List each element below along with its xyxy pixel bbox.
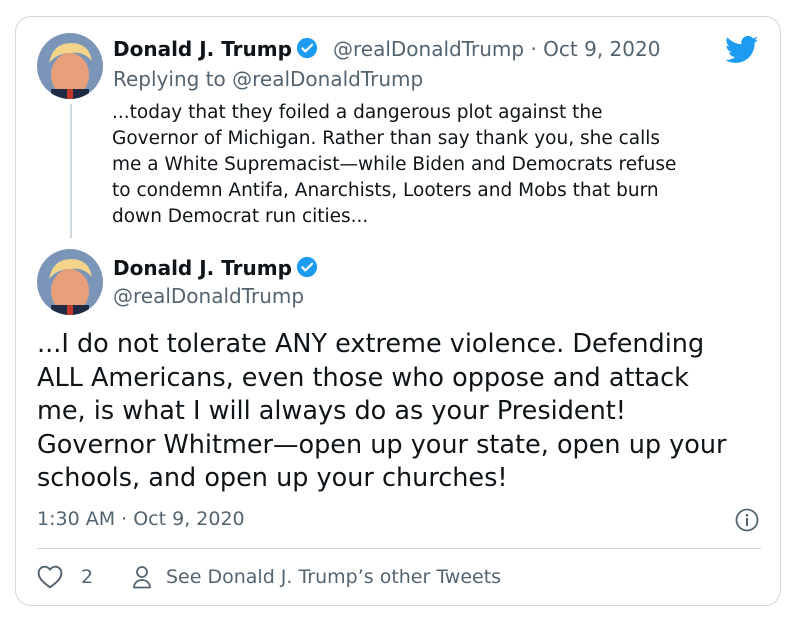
person-icon <box>133 566 151 589</box>
tweet-date[interactable]: Oct 9, 2020 <box>543 37 660 61</box>
handle-and-date[interactable]: @realDonaldTrump · Oct 9, 2020 <box>333 37 660 61</box>
twitter-bird-icon[interactable] <box>725 36 759 64</box>
avatar[interactable] <box>37 249 103 315</box>
like-count: 2 <box>81 566 94 588</box>
replying-to[interactable]: Replying to @realDonaldTrump <box>113 67 423 91</box>
author-name-text[interactable]: Donald J. Trump <box>113 256 292 280</box>
divider <box>37 548 761 549</box>
see-other-tweets-link[interactable]: See Donald J. Trump’s other Tweets <box>132 565 501 589</box>
quoted-tweet-text: ...today that they foiled a dangerous pl… <box>112 102 677 227</box>
separator: · <box>530 37 537 61</box>
author-name[interactable]: Donald J. Trump <box>113 37 318 61</box>
like-button[interactable]: 2 <box>37 565 93 589</box>
heart-icon <box>37 565 63 589</box>
handle[interactable]: @realDonaldTrump <box>333 37 524 61</box>
info-icon[interactable] <box>735 508 759 532</box>
tweet-timestamp[interactable]: 1:30 AM · Oct 9, 2020 <box>37 508 245 530</box>
verified-badge-icon <box>296 37 318 59</box>
handle[interactable]: @realDonaldTrump <box>113 284 304 308</box>
see-other-tweets-label[interactable]: See Donald J. Trump’s other Tweets <box>166 566 501 588</box>
verified-badge-icon <box>296 256 318 278</box>
avatar[interactable] <box>37 33 103 99</box>
author-name[interactable]: Donald J. Trump <box>113 256 318 280</box>
author-name-text[interactable]: Donald J. Trump <box>113 37 292 61</box>
thread-connector <box>70 104 72 238</box>
tweet-text: ...I do not tolerate ANY extreme violenc… <box>37 329 727 493</box>
